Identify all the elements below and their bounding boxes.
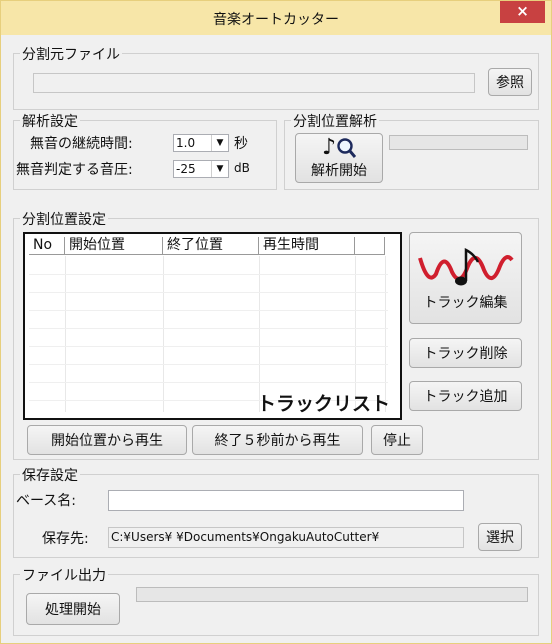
- process-start-button[interactable]: 処理開始: [26, 593, 120, 625]
- window-title: 音楽オートカッター: [213, 12, 339, 28]
- save-dest-field[interactable]: C:¥Users¥ ¥Documents¥OngakuAutoCutter¥: [108, 527, 464, 548]
- grid-line: [29, 292, 388, 293]
- stop-button[interactable]: 停止: [371, 425, 423, 455]
- close-button[interactable]: ×: [500, 1, 545, 23]
- track-list-overlay-label: トラックリスト: [256, 393, 390, 415]
- grid-line: [29, 382, 388, 383]
- analysis-settings-group: 解析設定 無音の継続時間: 1.0 ▼ 秒 無音判定する音圧: -25 ▼ dB: [13, 111, 277, 190]
- grid-line: [29, 328, 388, 329]
- file-output-legend: ファイル出力: [20, 565, 108, 585]
- grid-line: [29, 274, 388, 275]
- play-from-start-button[interactable]: 開始位置から再生: [27, 425, 187, 455]
- silence-duration-value: 1.0: [176, 136, 196, 150]
- track-add-button[interactable]: トラック追加: [409, 381, 522, 411]
- browse-button[interactable]: 参照: [488, 68, 532, 96]
- track-edit-button[interactable]: トラック編集: [409, 232, 522, 324]
- silence-level-unit: dB: [234, 161, 250, 175]
- track-list[interactable]: No 開始位置 終了位置 再生時間 トラックリスト: [23, 232, 402, 420]
- column-header-no[interactable]: No: [29, 237, 65, 255]
- track-list-header: No 開始位置 終了位置 再生時間: [29, 237, 385, 255]
- analysis-settings-legend: 解析設定: [20, 111, 80, 131]
- column-header-duration[interactable]: 再生時間: [259, 237, 355, 255]
- column-header-start[interactable]: 開始位置: [65, 237, 163, 255]
- track-delete-button[interactable]: トラック削除: [409, 338, 522, 368]
- silence-duration-select[interactable]: 1.0 ▼: [173, 134, 229, 152]
- save-dest-label: 保存先:: [42, 531, 89, 547]
- analyze-start-label: 解析開始: [311, 163, 367, 179]
- split-analysis-group: 分割位置解析 ♪ 解析開始: [284, 111, 539, 190]
- save-settings-legend: 保存設定: [20, 465, 80, 485]
- silence-level-select[interactable]: -25 ▼: [173, 160, 229, 178]
- magnifier-icon: [337, 138, 357, 158]
- grid-line: [65, 256, 66, 412]
- silence-level-label: 無音判定する音圧:: [16, 162, 133, 178]
- client-area: 分割元ファイル 参照 解析設定 無音の継続時間: 1.0 ▼ 秒 無音判定する音…: [9, 36, 543, 637]
- analysis-progress-bar: [389, 135, 528, 150]
- silence-level-value: -25: [176, 162, 196, 176]
- grid-line: [29, 364, 388, 365]
- chevron-down-icon[interactable]: ▼: [211, 135, 228, 151]
- source-file-legend: 分割元ファイル: [20, 44, 122, 64]
- select-folder-button[interactable]: 選択: [478, 523, 522, 551]
- silence-duration-unit: 秒: [234, 136, 248, 152]
- title-bar[interactable]: 音楽オートカッター ×: [1, 1, 551, 35]
- base-name-input[interactable]: [108, 490, 464, 511]
- file-output-group: ファイル出力 処理開始: [13, 565, 539, 636]
- track-edit-label: トラック編集: [423, 295, 508, 311]
- grid-line: [29, 346, 388, 347]
- base-name-label: ベース名:: [16, 493, 77, 509]
- grid-line: [29, 310, 388, 311]
- analyze-icon: ♪: [321, 135, 357, 160]
- silence-duration-label: 無音の継続時間:: [30, 136, 133, 152]
- analyze-start-button[interactable]: ♪ 解析開始: [295, 133, 383, 183]
- waveform-note-icon: [417, 247, 514, 286]
- source-path-field[interactable]: [33, 73, 475, 93]
- split-analysis-legend: 分割位置解析: [291, 111, 379, 131]
- music-note-icon: ♪: [321, 135, 337, 160]
- column-header-spare: [355, 237, 385, 255]
- split-settings-legend: 分割位置設定: [20, 209, 108, 229]
- chevron-down-icon[interactable]: ▼: [211, 161, 228, 177]
- save-settings-group: 保存設定 ベース名: 保存先: C:¥Users¥ ¥Documents¥Ong…: [13, 465, 539, 558]
- grid-line: [163, 256, 164, 412]
- output-progress-bar: [136, 587, 528, 602]
- app-window: 音楽オートカッター × 分割元ファイル 参照 解析設定 無音の継続時間: 1.0…: [0, 0, 552, 644]
- play-before-end-button[interactable]: 終了５秒前から再生: [192, 425, 363, 455]
- source-file-group: 分割元ファイル 参照: [13, 44, 539, 110]
- column-header-end[interactable]: 終了位置: [163, 237, 259, 255]
